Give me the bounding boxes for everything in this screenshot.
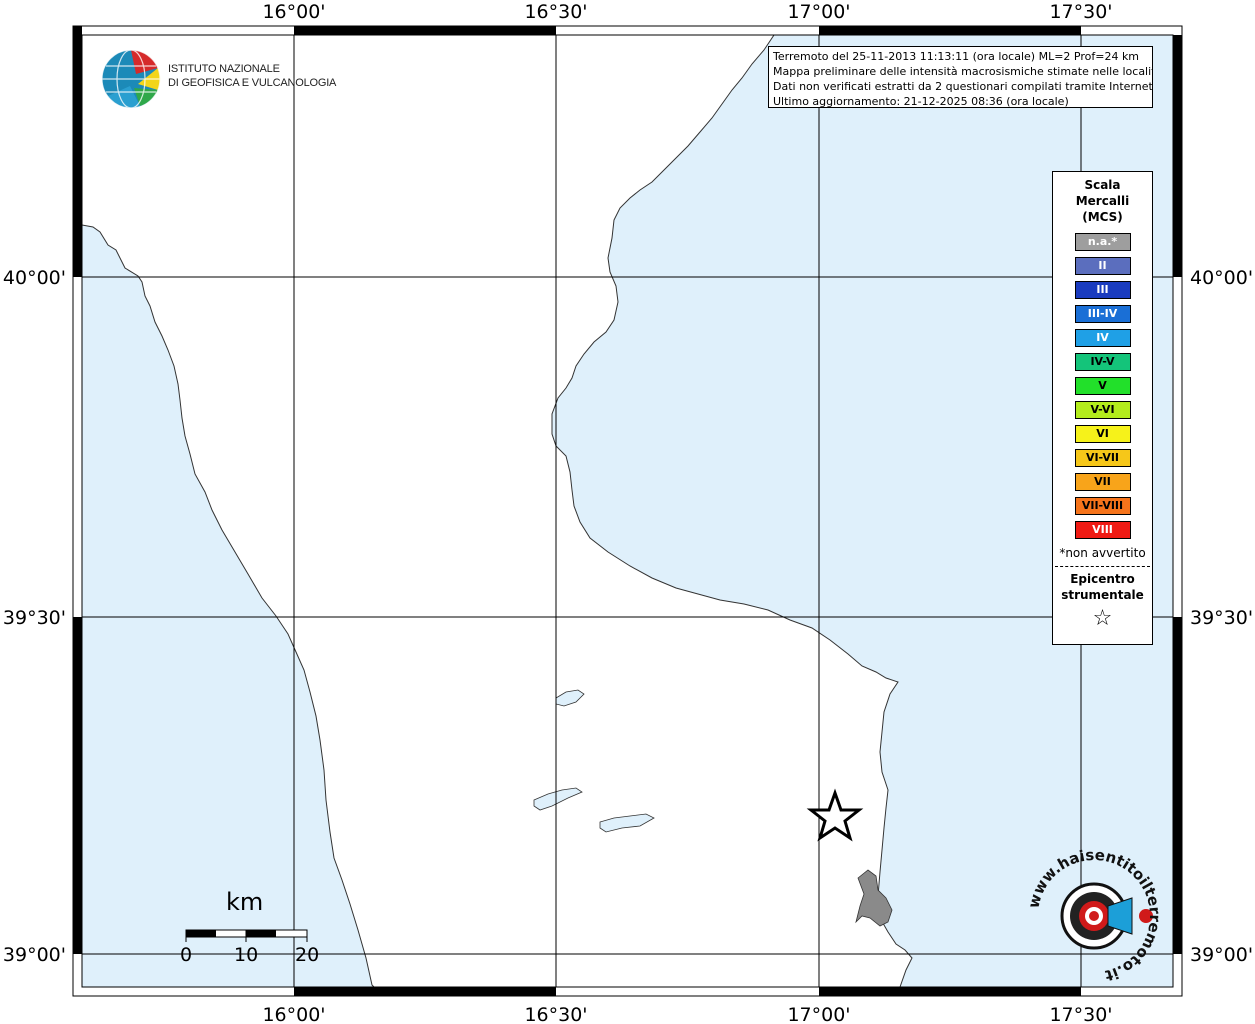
legend-item: IV	[1074, 329, 1131, 347]
event-info-line4: Ultimo aggiornamento: 21-12-2025 08:36 (…	[773, 95, 1069, 108]
left-label-3900: 39°00'	[3, 944, 66, 966]
legend-epicenter-line2: strumentale	[1061, 588, 1144, 602]
legend-separator	[1055, 566, 1150, 567]
mcs-legend: Scala Mercalli (MCS) n.a.* II III III-IV IV I…	[1052, 171, 1153, 645]
event-info-line2: Mappa preliminare delle intensità macros…	[773, 65, 1153, 78]
bottom-label-1630: 16°30'	[524, 1004, 587, 1024]
legend-item: n.a.*	[1074, 233, 1131, 251]
ingv-name: ISTITUTO NAZIONALE DI GEOFISICA E VULCAN…	[168, 62, 336, 90]
svg-text:www.haisentitoilterremoto.it: www.haisentitoilterremoto.it	[1024, 846, 1164, 985]
left-label-3930: 39°30'	[3, 607, 66, 629]
bottom-label-1600: 16°00'	[262, 1004, 325, 1024]
legend-item: III-IV	[1074, 305, 1131, 323]
bottom-label-1730: 17°30'	[1049, 1004, 1112, 1024]
scale-tick-0: 0	[180, 944, 193, 966]
scale-tick-10: 10	[234, 944, 259, 966]
ingv-globe-icon	[101, 49, 161, 109]
event-info-box: Terremoto del 25-11-2013 11:13:11 (ora l…	[768, 46, 1153, 108]
legend-item: V-VI	[1074, 401, 1131, 419]
right-label-3930: 39°30'	[1190, 607, 1253, 629]
event-info-line1: Terremoto del 25-11-2013 11:13:11 (ora l…	[773, 50, 1140, 63]
top-label-1730: 17°30'	[1049, 1, 1112, 23]
star-icon: ☆	[1092, 606, 1113, 631]
legend-item: VII-VIII	[1074, 497, 1131, 515]
top-label-1700: 17°00'	[787, 1, 850, 23]
legend-item: IV-V	[1074, 353, 1131, 371]
right-label-3900: 39°00'	[1190, 944, 1253, 966]
legend-epicenter-line1: Epicentro	[1070, 572, 1135, 586]
top-label-1600: 16°00'	[262, 1, 325, 23]
legend-title-line3: (MCS)	[1082, 210, 1123, 224]
legend-item: VI-VII	[1074, 449, 1131, 467]
bottom-label-1700: 17°00'	[787, 1004, 850, 1024]
right-label-4000: 40°00'	[1190, 267, 1253, 289]
event-info-line3: Dati non verificati estratti da 2 questi…	[773, 80, 1153, 93]
legend-title-line1: Scala	[1084, 178, 1121, 192]
ingv-logo: ISTITUTO NAZIONALE DI GEOFISICA E VULCAN…	[100, 48, 336, 110]
legend-item: VII	[1074, 473, 1131, 491]
scale-unit: km	[226, 888, 264, 916]
legend-title-line2: Mercalli	[1075, 194, 1130, 208]
legend-item: III	[1074, 281, 1131, 299]
legend-title: Scala Mercalli (MCS)	[1053, 177, 1152, 225]
left-label-4000: 40°00'	[3, 267, 66, 289]
ingv-line2: DI GEOFISICA E VULCANOLOGIA	[168, 77, 337, 89]
legend-item: II	[1074, 257, 1131, 275]
hst-logo-text: www.haisentitoilterremoto.it	[1024, 846, 1164, 985]
legend-note: *non avvertito	[1059, 546, 1146, 560]
ingv-line1: ISTITUTO NAZIONALE	[168, 63, 280, 75]
scale-tick-20: 20	[295, 944, 320, 966]
legend-epicenter-label: Epicentro strumentale	[1053, 571, 1152, 603]
legend-item: VI	[1074, 425, 1131, 443]
top-label-1630: 16°30'	[524, 1, 587, 23]
legend-items: n.a.* II III III-IV IV IV-V V V-VI VI VI-VII VII VI…	[1053, 233, 1152, 539]
hst-site-text: www.haisentitoilterremoto.it	[1024, 846, 1164, 985]
legend-item: V	[1074, 377, 1131, 395]
legend-item: VIII	[1074, 521, 1131, 539]
